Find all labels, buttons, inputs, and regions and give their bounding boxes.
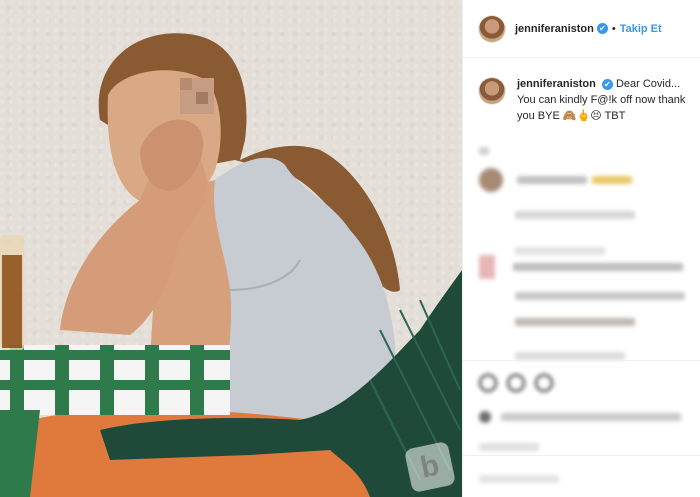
divider [463, 360, 700, 361]
avatar[interactable] [479, 15, 505, 42]
watermark-logo: b [403, 440, 457, 494]
share-icon[interactable] [535, 374, 553, 392]
separator-dot: • [611, 22, 616, 35]
comment-icon[interactable] [507, 374, 525, 392]
comment-2 [479, 255, 693, 365]
caption-username[interactable]: jenniferaniston [517, 78, 596, 90]
divider-bottom [463, 455, 700, 456]
likes-row [479, 408, 693, 456]
caption-avatar[interactable] [479, 78, 505, 104]
header-username[interactable]: jenniferaniston [515, 23, 594, 35]
follow-button[interactable]: Takip Et [620, 23, 662, 35]
post-header: jenniferaniston ✔ • Takip Et [463, 0, 700, 58]
post-photo: b [0, 0, 462, 497]
action-bar [479, 374, 553, 392]
comment-1-meta [479, 142, 693, 160]
add-comment-row[interactable] [479, 470, 693, 488]
comment-1 [479, 168, 693, 260]
post-sidebar: jenniferaniston ✔ • Takip Et jenniferani… [462, 0, 700, 497]
caption: jenniferaniston ✔ Dear Covid... You can … [479, 76, 693, 124]
verified-icon: ✔ [596, 23, 608, 34]
caption-verified-icon: ✔ [601, 78, 613, 90]
photo-illustration [0, 33, 462, 497]
caption-body: jenniferaniston ✔ Dear Covid... You can … [517, 76, 693, 124]
heart-icon[interactable] [479, 374, 497, 392]
